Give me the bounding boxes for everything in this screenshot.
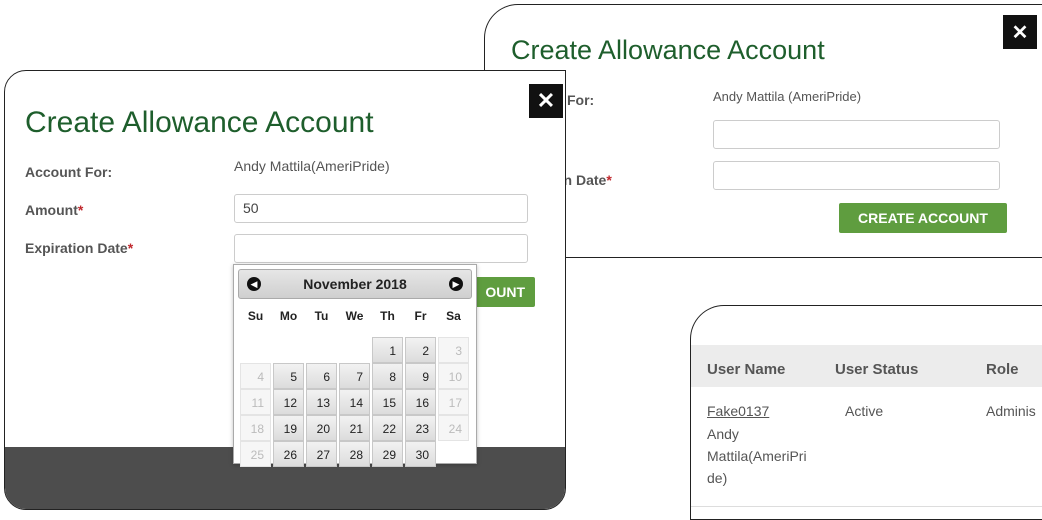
month-label: November 2018 bbox=[303, 276, 407, 292]
weekday-su: Su bbox=[247, 309, 264, 323]
weekday-tu: Tu bbox=[314, 309, 329, 323]
account-for-value: Andy Mattila(AmeriPride) bbox=[234, 158, 390, 174]
expiration-date-label: Expiration Date* bbox=[25, 240, 134, 256]
day-cell: 11 bbox=[240, 389, 271, 415]
day-cell[interactable]: 21 bbox=[339, 415, 370, 441]
header-user-status: User Status bbox=[835, 361, 919, 378]
day-cell[interactable]: 2 bbox=[405, 337, 436, 363]
day-cell[interactable]: 9 bbox=[405, 363, 436, 389]
create-account-button[interactable]: CREATE ACCOUNT bbox=[839, 203, 1007, 233]
back-close-button[interactable]: ✕ bbox=[1003, 15, 1037, 49]
create-account-button-partial[interactable]: OUNT bbox=[471, 277, 535, 307]
back-modal-title: Create Allowance Account bbox=[511, 35, 825, 65]
day-cell[interactable]: 22 bbox=[372, 415, 403, 441]
weekday-sa: Sa bbox=[446, 309, 461, 323]
close-icon: ✕ bbox=[1011, 21, 1029, 44]
user-role-value: Adminis bbox=[986, 403, 1036, 419]
day-cell[interactable]: 27 bbox=[306, 441, 337, 467]
day-cell[interactable]: 26 bbox=[273, 441, 304, 467]
day-cell[interactable]: 20 bbox=[306, 415, 337, 441]
day-cell: 18 bbox=[240, 415, 271, 441]
user-full-name-3: de) bbox=[707, 470, 728, 486]
header-role: Role bbox=[986, 361, 1019, 378]
day-cell[interactable]: 5 bbox=[273, 363, 304, 389]
user-table-card: User Name User Status Role Fake0137 Andy… bbox=[690, 305, 1042, 520]
user-full-name-2: Mattila(AmeriPri bbox=[707, 448, 807, 464]
back-amount-input[interactable] bbox=[713, 120, 1000, 149]
day-cell: 17 bbox=[438, 389, 469, 415]
amount-label: Amount* bbox=[25, 202, 84, 218]
day-cell[interactable]: 7 bbox=[339, 363, 370, 389]
day-cell[interactable]: 19 bbox=[273, 415, 304, 441]
back-account-for-label: For: bbox=[567, 92, 595, 108]
header-user-name: User Name bbox=[707, 361, 786, 378]
weekday-we: We bbox=[345, 309, 364, 323]
day-cell[interactable]: 12 bbox=[273, 389, 304, 415]
datepicker-header: ◀ November 2018 ▶ bbox=[238, 269, 472, 299]
account-for-label: Account For: bbox=[25, 164, 113, 180]
day-cell[interactable]: 1 bbox=[372, 337, 403, 363]
close-icon: ✕ bbox=[536, 88, 556, 113]
day-cell: 24 bbox=[438, 415, 469, 441]
day-cell[interactable]: 30 bbox=[405, 441, 436, 467]
amount-input[interactable]: 50 bbox=[234, 194, 528, 223]
day-cell[interactable]: 6 bbox=[306, 363, 337, 389]
weekday-mo: Mo bbox=[279, 309, 298, 323]
weekday-fr: Fr bbox=[414, 309, 427, 323]
day-cell[interactable]: 14 bbox=[339, 389, 370, 415]
back-account-for-value: Andy Mattila (AmeriPride) bbox=[713, 89, 862, 104]
day-cell[interactable]: 13 bbox=[306, 389, 337, 415]
day-cell[interactable]: 15 bbox=[372, 389, 403, 415]
day-cell: 10 bbox=[438, 363, 469, 389]
next-month-button[interactable]: ▶ bbox=[449, 277, 463, 291]
chevron-right-icon: ▶ bbox=[452, 278, 460, 289]
user-full-name-1: Andy bbox=[707, 426, 739, 442]
datepicker: ◀ November 2018 ▶ Su Mo Tu We Th Fr Sa 1234567… bbox=[233, 264, 477, 467]
day-cell: 4 bbox=[240, 363, 271, 389]
day-cell[interactable]: 28 bbox=[339, 441, 370, 467]
day-cell[interactable]: 16 bbox=[405, 389, 436, 415]
expiration-date-input[interactable] bbox=[234, 234, 528, 263]
user-name-link[interactable]: Fake0137 bbox=[707, 403, 769, 419]
back-modal: Create Allowance Account For: Andy Matti… bbox=[484, 4, 1042, 258]
row-divider bbox=[691, 506, 1042, 507]
day-cell[interactable]: 23 bbox=[405, 415, 436, 441]
day-cell: 25 bbox=[240, 441, 271, 467]
weekday-th: Th bbox=[380, 309, 395, 323]
front-modal-title: Create Allowance Account bbox=[25, 106, 374, 139]
front-close-button[interactable]: ✕ bbox=[529, 84, 563, 118]
day-cell[interactable]: 29 bbox=[372, 441, 403, 467]
day-cell[interactable]: 8 bbox=[372, 363, 403, 389]
back-expiration-input[interactable] bbox=[713, 161, 1000, 190]
day-cell: 3 bbox=[438, 337, 469, 363]
user-status-value: Active bbox=[845, 403, 884, 419]
